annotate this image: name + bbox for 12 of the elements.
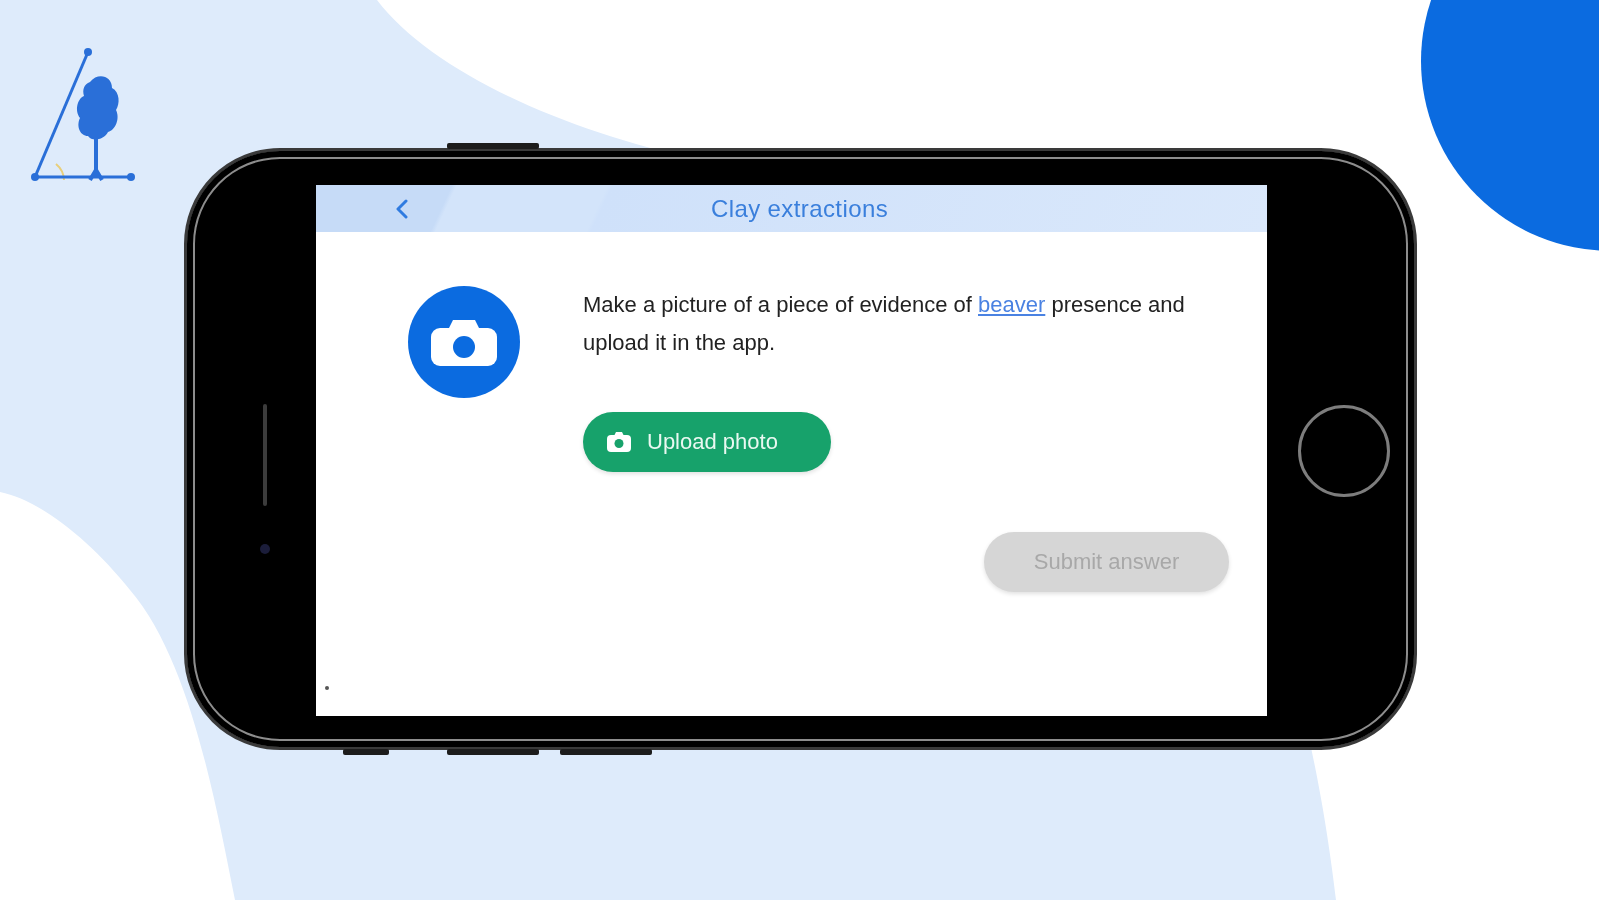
home-button-icon [1297,404,1390,497]
camera-icon [408,286,520,398]
instruction-text: Make a picture of a piece of evidence of beaver presence and upload it in the app. [583,291,1186,357]
upload-photo-button[interactable]: Upload photo [583,412,831,472]
camera-icon [607,432,631,452]
lens-dot-icon [259,544,270,554]
logo-icon [30,46,138,182]
phone-edge-bump [343,749,389,755]
chevron-left-icon [396,198,408,219]
screen-title: Clay extractions [709,194,889,223]
dot-icon [325,686,329,690]
text-link[interactable]: beaver [978,292,1046,317]
